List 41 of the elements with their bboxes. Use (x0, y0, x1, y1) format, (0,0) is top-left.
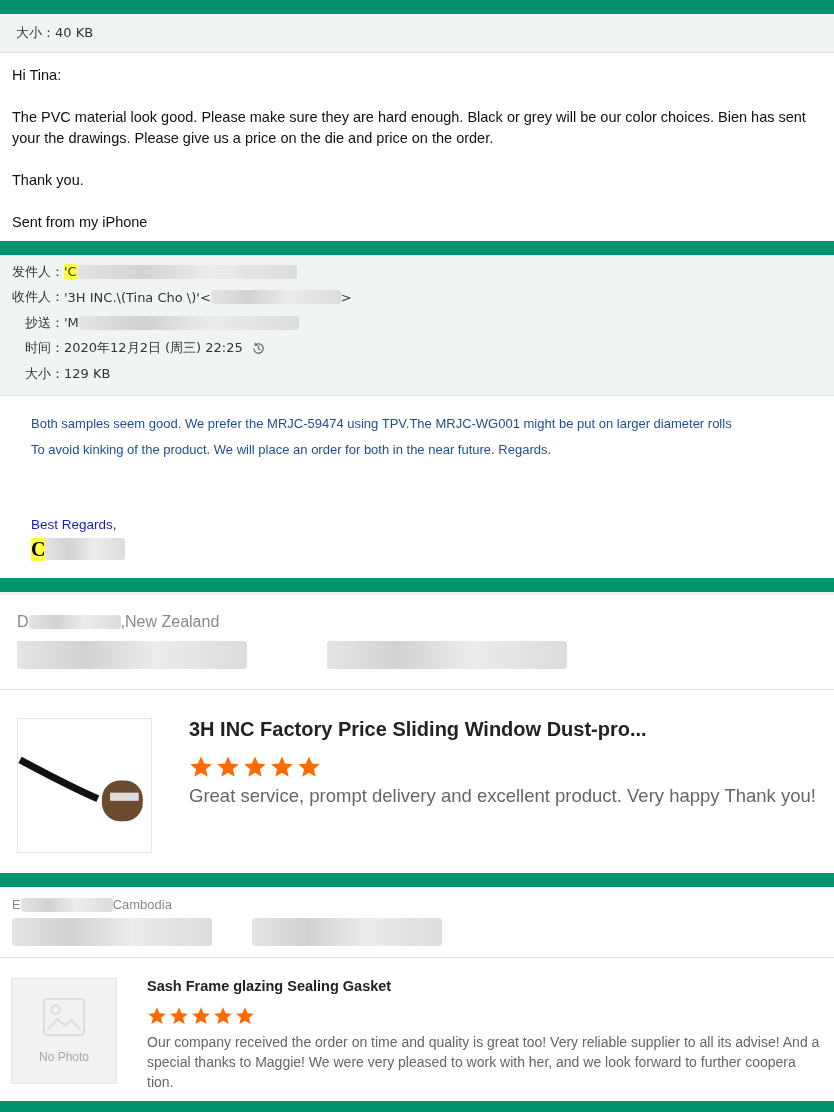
star-icon (147, 1006, 167, 1026)
review-comment: Our company received the order on time and quality is great too! Very reliable supplier to all its advise! And a special thanks to Maggie! We were very pleased to work with her, and we look forward to further coopera tion. (147, 1033, 821, 1092)
paragraph: Best Regards, (31, 516, 117, 532)
field-value: > (340, 289, 352, 305)
paragraph: Sent from my iPhone (12, 213, 148, 230)
reviewer-location: ,New Zealand (120, 613, 220, 631)
star-icon (216, 755, 240, 779)
field-value: 40 KB (55, 25, 94, 41)
product-title[interactable]: 3H INC Factory Price Sliding Window Dust-pro... (189, 718, 816, 741)
history-icon[interactable] (250, 340, 266, 356)
paragraph: Thank you. (12, 171, 84, 188)
reviewer-location: Cambodia (112, 897, 172, 912)
field-value: 'C (64, 264, 77, 280)
reviewer-name: E (12, 897, 21, 912)
star-icon (169, 1006, 189, 1026)
photo-label: No Photo (38, 1050, 89, 1064)
field-label: 抄送： (24, 313, 64, 332)
field-label: 发件人： (11, 262, 64, 281)
field-value: 2020年12月2日 (周三) 22:25 (64, 339, 243, 358)
field-value: 129 KB (64, 366, 111, 382)
paragraph: The PVC material look good. Please make sure they are hard enough. Black or grey will be our color choices. Bien has sent your the drawings. Please give us a price on the die and price on the order. (12, 108, 806, 146)
field-value: 'M (64, 315, 79, 331)
reviewer-name: D (17, 613, 29, 631)
signature: C (31, 537, 46, 561)
product-title[interactable]: Sash Frame glazing Sealing Gasket (147, 978, 823, 994)
star-icon (297, 755, 321, 779)
paragraph: To avoid kinking of the product. We will place an order for both in the near future. Regards. (31, 441, 552, 457)
star-icon (213, 1006, 233, 1026)
field-label: 大小： (24, 364, 64, 383)
star-icon (270, 755, 294, 779)
star-icon (243, 755, 267, 779)
field-label: 大小： (16, 23, 55, 42)
field-value: '3H INC.\(Tina Cho \)'< (64, 289, 211, 305)
star-icon (191, 1006, 211, 1026)
field-label: 时间： (24, 339, 64, 358)
field-label: 收件人： (11, 288, 64, 307)
star-icon (189, 755, 213, 779)
review-comment: Great service, prompt delivery and excellent product. Very happy Thank you! (189, 785, 816, 807)
paragraph: Both samples seem good. We prefer the MRJC-59474 using TPV.The MRJC-WG001 might be put on larger diameter rolls (31, 415, 732, 431)
star-icon (235, 1006, 255, 1026)
paragraph: Hi Tina: (12, 66, 62, 83)
